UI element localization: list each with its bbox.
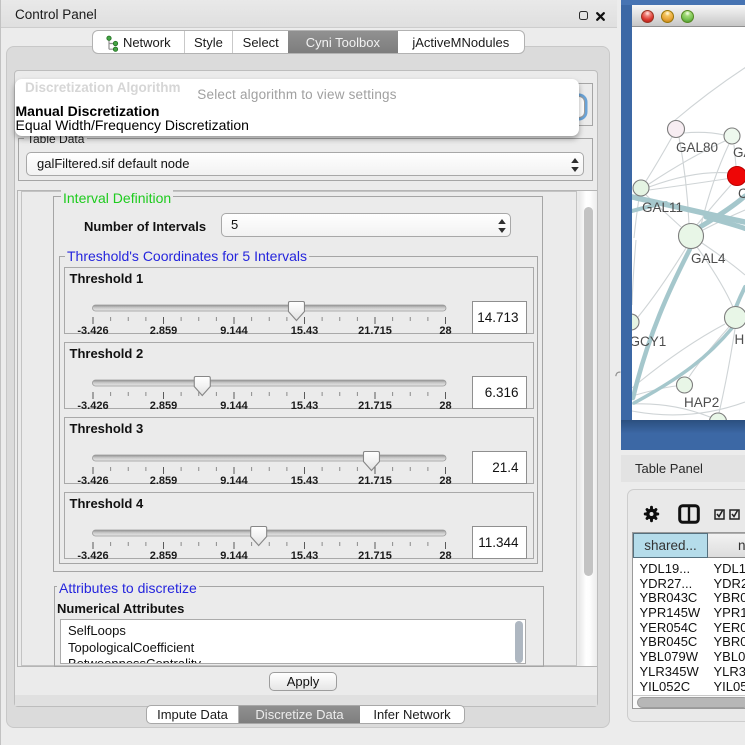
svg-text:21.715: 21.715 [358, 400, 392, 410]
svg-text:28: 28 [439, 325, 451, 335]
svg-text:28: 28 [439, 550, 451, 560]
svg-text:HAP2: HAP2 [684, 395, 719, 410]
svg-text:-3.426: -3.426 [77, 325, 108, 335]
svg-text:GA: GA [733, 145, 745, 160]
svg-text:GCY1: GCY1 [632, 334, 666, 349]
svg-text:9.144: 9.144 [220, 550, 248, 560]
svg-text:H: H [735, 332, 745, 347]
svg-text:-3.426: -3.426 [77, 400, 108, 410]
svg-text:-3.426: -3.426 [77, 550, 108, 560]
svg-text:28: 28 [439, 475, 451, 485]
svg-text:2.859: 2.859 [150, 475, 178, 485]
svg-text:2.859: 2.859 [150, 550, 178, 560]
svg-text:2.859: 2.859 [150, 325, 178, 335]
svg-text:28: 28 [439, 400, 451, 410]
svg-text:15.43: 15.43 [291, 400, 319, 410]
svg-text:C: C [738, 186, 745, 201]
svg-text:21.715: 21.715 [358, 550, 392, 560]
svg-text:GAL4: GAL4 [691, 251, 726, 266]
svg-text:-3.426: -3.426 [77, 475, 108, 485]
svg-text:2.859: 2.859 [150, 400, 178, 410]
svg-text:GAL11: GAL11 [642, 200, 683, 215]
svg-text:21.715: 21.715 [358, 475, 392, 485]
svg-text:21.715: 21.715 [358, 325, 392, 335]
svg-text:9.144: 9.144 [220, 475, 248, 485]
svg-text:9.144: 9.144 [220, 400, 248, 410]
svg-text:15.43: 15.43 [291, 550, 319, 560]
svg-text:GAL80: GAL80 [676, 140, 718, 155]
svg-text:15.43: 15.43 [291, 475, 319, 485]
svg-text:15.43: 15.43 [291, 325, 319, 335]
svg-text:9.144: 9.144 [220, 325, 248, 335]
